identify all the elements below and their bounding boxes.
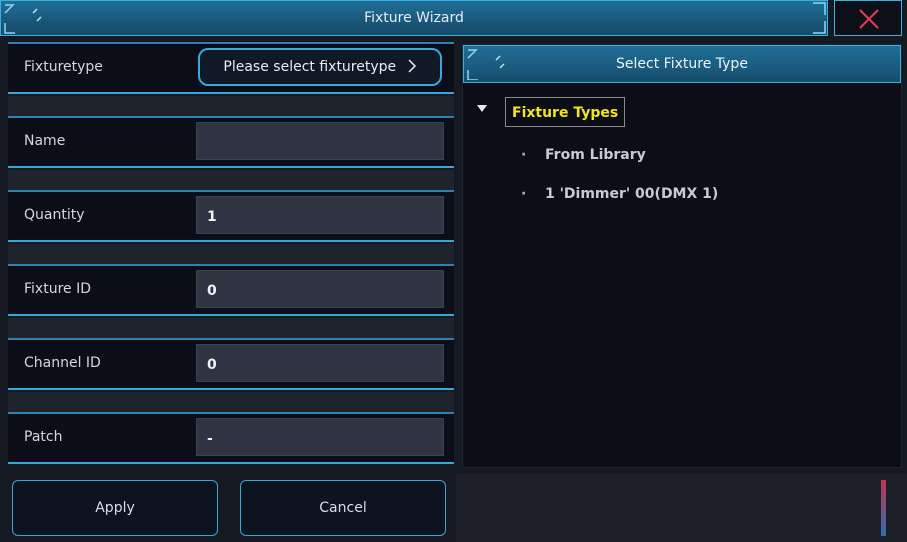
channel-id-label: Channel ID	[24, 355, 101, 371]
tree-item-label: From Library	[545, 147, 646, 163]
channel-id-row: Channel ID 0	[8, 338, 454, 390]
name-field[interactable]	[196, 122, 444, 160]
channel-id-field[interactable]: 0	[196, 344, 444, 382]
patch-row: Patch -	[8, 412, 454, 464]
quantity-label: Quantity	[24, 207, 85, 223]
tree-item-from-library[interactable]: · From Library	[521, 147, 646, 163]
corner-decoration-icon	[813, 2, 826, 34]
window-title-bar: Fixture Wizard	[0, 0, 828, 36]
tree-item-label: 1 'Dimmer' 00(DMX 1)	[545, 186, 719, 202]
bullet-icon: ·	[521, 186, 527, 202]
patch-field[interactable]: -	[196, 418, 444, 456]
bullet-icon: ·	[521, 147, 527, 163]
fixturetype-select-button[interactable]: Please select fixturetype	[198, 48, 442, 86]
fixture-id-label: Fixture ID	[24, 281, 91, 297]
cancel-button[interactable]: Cancel	[240, 480, 446, 536]
tree-root-label: Fixture Types	[505, 97, 626, 127]
tree-item-dimmer[interactable]: · 1 'Dimmer' 00(DMX 1)	[521, 186, 718, 202]
fixture-id-field[interactable]: 0	[196, 270, 444, 308]
scroll-indicator[interactable]	[881, 480, 886, 536]
patch-label: Patch	[24, 429, 63, 445]
apply-button[interactable]: Apply	[12, 480, 218, 536]
name-row: Name	[8, 116, 454, 168]
quantity-row: Quantity 1	[8, 190, 454, 242]
fixturetype-select-label: Please select fixturetype	[223, 59, 397, 75]
window-title: Fixture Wizard	[364, 10, 464, 26]
close-x-icon	[859, 9, 879, 29]
selector-header: Select Fixture Type	[463, 45, 901, 83]
chevron-right-icon	[408, 59, 416, 73]
close-button[interactable]	[834, 0, 902, 36]
selector-title: Select Fixture Type	[616, 56, 748, 72]
fixturetype-row: Fixturetype Please select fixturetype	[8, 42, 454, 94]
caret-down-icon	[477, 105, 487, 112]
name-label: Name	[24, 133, 66, 149]
quantity-field[interactable]: 1	[196, 196, 444, 234]
fixture-type-selector-panel: Select Fixture Type Fixture Types · From …	[462, 44, 902, 468]
selector-footer	[456, 474, 907, 542]
fixturetype-label: Fixturetype	[24, 59, 103, 75]
fixture-id-row: Fixture ID 0	[8, 264, 454, 316]
